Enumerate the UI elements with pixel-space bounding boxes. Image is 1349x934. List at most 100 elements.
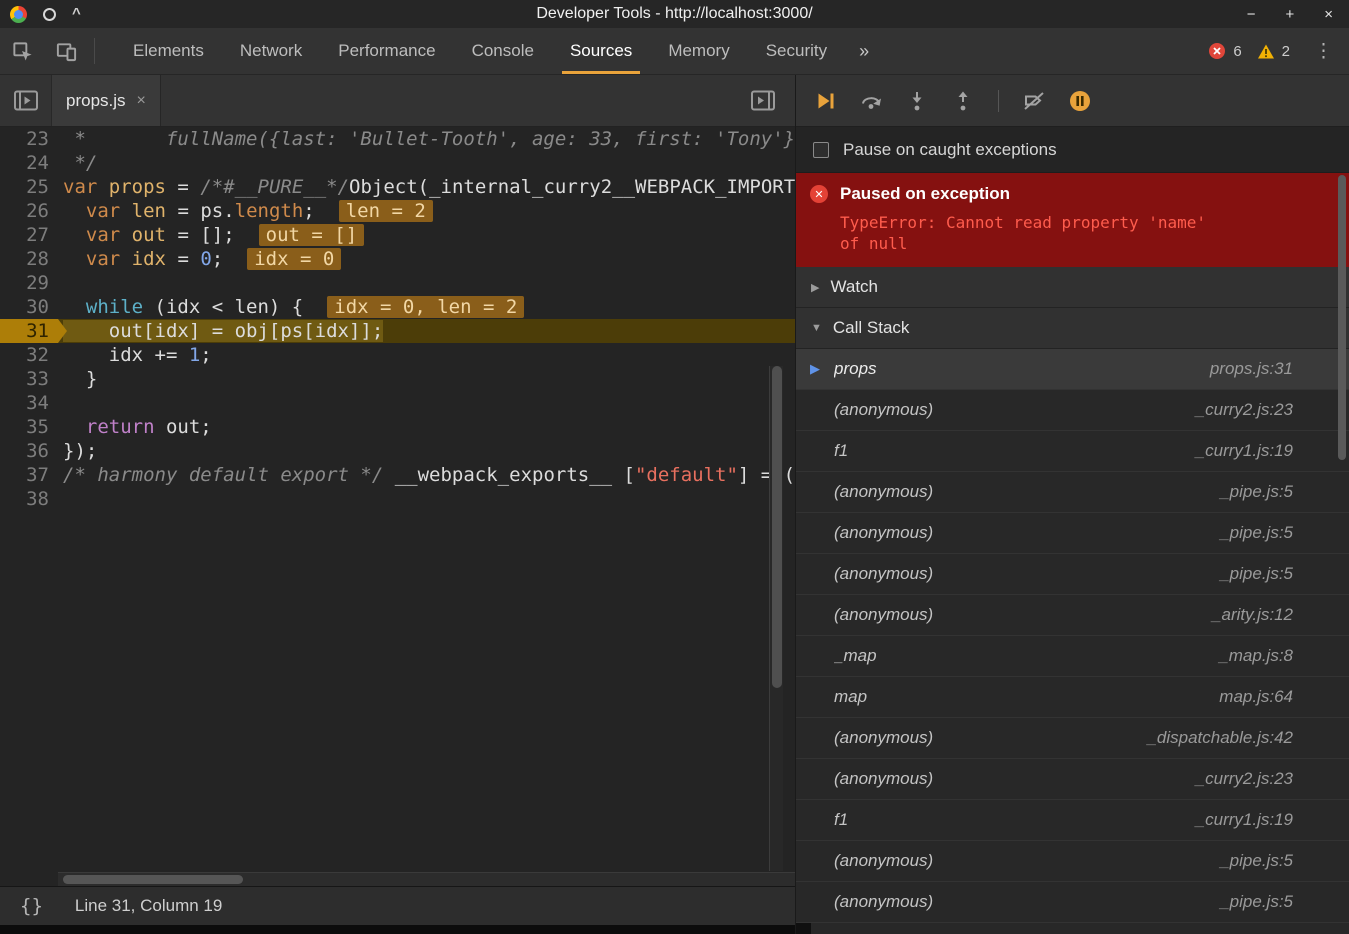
line-number[interactable]: 30 [0,295,58,319]
code-text[interactable]: var idx = 0;idx = 0 [58,247,795,271]
code-line[interactable]: 35 return out; [0,415,795,439]
line-number[interactable]: 29 [0,271,58,295]
device-toolbar-icon[interactable] [44,28,88,74]
code-text[interactable]: } [58,367,795,391]
line-number[interactable]: 35 [0,415,58,439]
code-line[interactable]: 32 idx += 1; [0,343,795,367]
sidebar-scrollbar-thumb[interactable] [1338,175,1346,460]
watch-section-header[interactable]: ▶ Watch [796,267,1349,308]
line-number[interactable]: 28 [0,247,58,271]
code-text[interactable]: var out = [];out = [] [58,223,795,247]
code-text[interactable]: out[idx] = obj[ps[idx]]; [58,319,795,343]
line-number[interactable]: 24 [0,151,58,175]
tab-console[interactable]: Console [454,28,552,74]
code-line[interactable]: 25var props = /*#__PURE__*/Object(_inter… [0,175,795,199]
stack-frame[interactable]: mapmap.js:64 [796,677,1349,718]
line-number[interactable]: 36 [0,439,58,463]
pause-on-caught-checkbox[interactable] [813,142,829,158]
more-tabs-button[interactable]: » [845,28,883,74]
deactivate-breakpoints-button[interactable] [1021,88,1047,114]
stack-frame[interactable]: (anonymous)_pipe.js:5 [796,841,1349,882]
pause-on-exceptions-button[interactable] [1067,88,1093,114]
pause-on-caught-row: Pause on caught exceptions [796,127,1349,173]
stack-frame[interactable]: (anonymous)_curry2.js:23 [796,390,1349,431]
code-text[interactable] [58,487,795,511]
stack-frame[interactable]: (anonymous)_arity.js:12 [796,595,1349,636]
code-text[interactable]: /* harmony default export */ __webpack_e… [58,463,795,487]
code-text[interactable]: return out; [58,415,795,439]
code-line[interactable]: 37/* harmony default export */ __webpack… [0,463,795,487]
tab-network[interactable]: Network [222,28,320,74]
code-line[interactable]: 23 * fullName({last: 'Bullet-Tooth', age… [0,127,795,151]
code-line[interactable]: 28 var idx = 0;idx = 0 [0,247,795,271]
code-line[interactable]: 29 [0,271,795,295]
line-number[interactable]: 26 [0,199,58,223]
code-text[interactable] [58,271,795,295]
tab-sources[interactable]: Sources [552,28,650,74]
line-number[interactable]: 38 [0,487,58,511]
code-line[interactable]: 26 var len = ps.length;len = 2 [0,199,795,223]
file-tab-props-js[interactable]: props.js × [52,75,161,126]
code-line[interactable]: 34 [0,391,795,415]
code-line[interactable]: 36}); [0,439,795,463]
code-text[interactable]: idx += 1; [58,343,795,367]
inspect-element-icon[interactable] [0,28,44,74]
stack-frame[interactable]: (anonymous)_pipe.js:5 [796,513,1349,554]
line-number[interactable]: 31 [0,319,58,343]
chevron-up-icon[interactable]: ^ [72,9,81,19]
code-line[interactable]: 30 while (idx < len) {idx = 0, len = 2 [0,295,795,319]
close-tab-icon[interactable]: × [137,92,146,110]
editor-vertical-scrollbar[interactable] [769,366,783,871]
stack-frame[interactable]: (anonymous)_pipe.js:5 [796,882,1349,923]
kebab-menu-icon[interactable]: ⋮ [1298,40,1349,63]
line-number[interactable]: 32 [0,343,58,367]
stack-frame[interactable]: f1_curry1.js:19 [796,431,1349,472]
close-button[interactable]: × [1324,6,1333,23]
tab-performance[interactable]: Performance [320,28,453,74]
maximize-button[interactable]: + [1285,6,1294,23]
editor-horizontal-scrollbar[interactable] [58,872,795,886]
step-into-button[interactable] [904,88,930,114]
minimize-button[interactable]: − [1247,6,1256,23]
code-text[interactable]: var props = /*#__PURE__*/Object(_interna… [58,175,795,199]
line-number[interactable]: 27 [0,223,58,247]
toggle-debugger-icon[interactable] [737,75,789,126]
line-number[interactable]: 25 [0,175,58,199]
code-line[interactable]: 24 */ [0,151,795,175]
code-line[interactable]: 31 out[idx] = obj[ps[idx]]; [0,319,795,343]
stack-frame[interactable]: ▶propsprops.js:31 [796,349,1349,390]
stack-frame[interactable]: (anonymous)_dispatchable.js:42 [796,718,1349,759]
console-badges[interactable]: 6 2 [1208,42,1298,60]
code-line[interactable]: 38 [0,487,795,511]
code-text[interactable]: */ [58,151,795,175]
code-line[interactable]: 33 } [0,367,795,391]
code-line[interactable]: 27 var out = [];out = [] [0,223,795,247]
toggle-navigator-icon[interactable] [0,75,52,126]
stack-frame[interactable]: (anonymous)_curry2.js:23 [796,759,1349,800]
call-stack-section-header[interactable]: ▼ Call Stack [796,308,1349,349]
horizontal-scrollbar-thumb[interactable] [63,875,243,884]
code-text[interactable] [58,391,795,415]
frame-function: props [834,359,1210,379]
tab-memory[interactable]: Memory [650,28,747,74]
tab-security[interactable]: Security [748,28,845,74]
line-number[interactable]: 37 [0,463,58,487]
stack-frame[interactable]: (anonymous)_pipe.js:5 [796,554,1349,595]
stack-frame[interactable]: f1_curry1.js:19 [796,800,1349,841]
stack-frame[interactable]: (anonymous)_pipe.js:5 [796,472,1349,513]
resume-button[interactable] [812,88,838,114]
tab-elements[interactable]: Elements [115,28,222,74]
line-number[interactable]: 33 [0,367,58,391]
step-out-button[interactable] [950,88,976,114]
code-editor[interactable]: 23 * fullName({last: 'Bullet-Tooth', age… [0,127,795,886]
code-text[interactable]: var len = ps.length;len = 2 [58,199,795,223]
code-text[interactable]: }); [58,439,795,463]
code-text[interactable]: while (idx < len) {idx = 0, len = 2 [58,295,795,319]
line-number[interactable]: 34 [0,391,58,415]
step-over-button[interactable] [858,88,884,114]
pretty-print-button[interactable]: {} [20,895,43,917]
vertical-scrollbar-thumb[interactable] [772,366,782,688]
stack-frame[interactable]: _map_map.js:8 [796,636,1349,677]
code-text[interactable]: * fullName({last: 'Bullet-Tooth', age: 3… [58,127,795,151]
line-number[interactable]: 23 [0,127,58,151]
